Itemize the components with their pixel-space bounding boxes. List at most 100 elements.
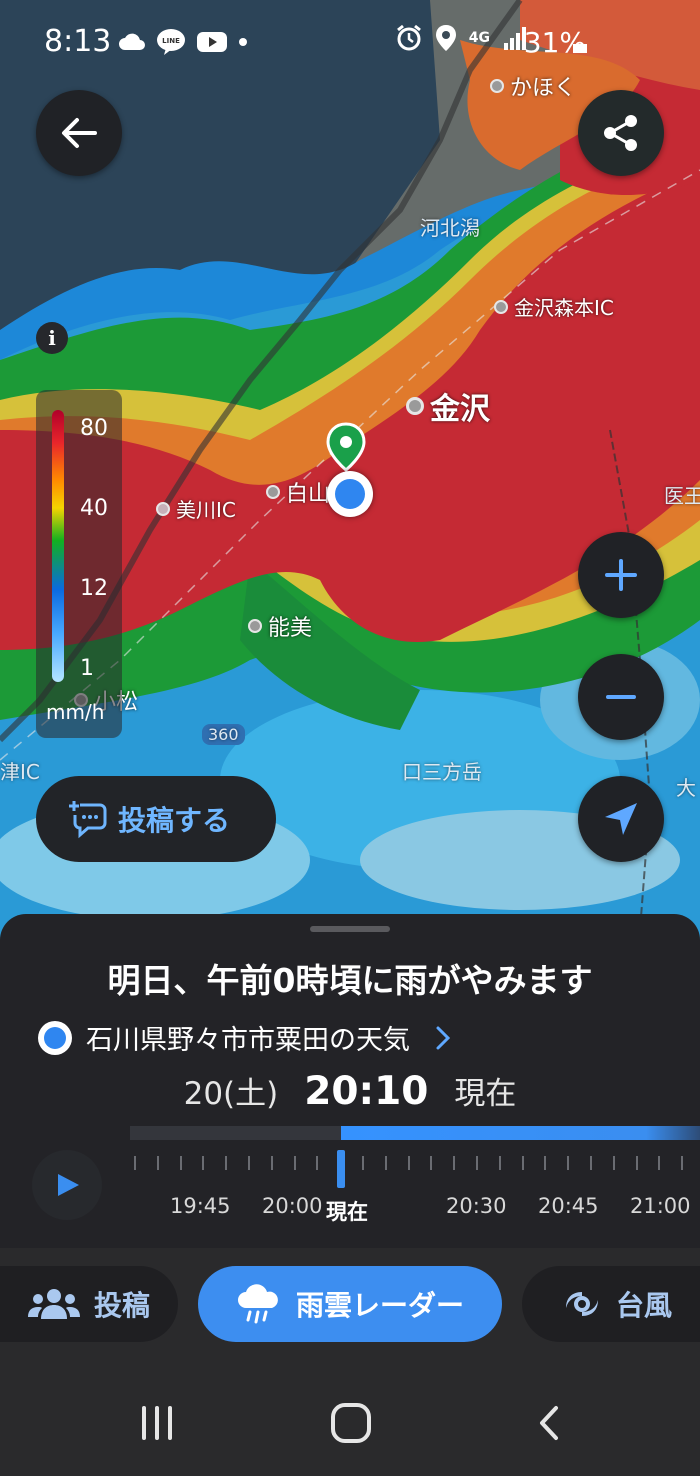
place-hakusan[interactable]: 白山 [266, 476, 330, 508]
timeline-tick [476, 1156, 478, 1170]
timeline-cursor[interactable] [336, 1150, 345, 1188]
location-dot-icon [38, 1020, 72, 1055]
status-time: 8:13 [44, 24, 112, 59]
timeline-label: 20:00 [262, 1194, 323, 1218]
alarm-icon [396, 24, 421, 51]
play-icon [58, 1174, 79, 1196]
forecast-sheet[interactable]: 明日、午前0時頃に雨がやみます 石川県野々市市粟田の天気 20(土) 20:10… [0, 914, 700, 1248]
add-comment-icon [69, 801, 107, 839]
label-ota: 大 [676, 776, 696, 800]
forecast-date: 20(土) [183, 1076, 279, 1112]
timeline-tick [316, 1156, 319, 1170]
legend-tick: 12 [80, 576, 108, 601]
timeline-tick [544, 1156, 547, 1170]
location-link[interactable]: 石川県野々市市粟田の天気 [38, 1018, 452, 1057]
bottom-tabs: 投稿 雨雲レーダー 台風 [0, 1248, 700, 1368]
post-button-label: 投稿する [118, 804, 231, 837]
notification-icons: LINE [118, 28, 248, 56]
chevron-right-icon [436, 1026, 451, 1049]
tab-rain-radar[interactable]: 雨雲レーダー [198, 1266, 502, 1342]
label-kahokugata: 河北潟 [420, 216, 480, 240]
my-location-button[interactable] [578, 776, 664, 862]
label-io: 医王 [664, 484, 700, 508]
back-nav-icon[interactable] [534, 1404, 564, 1442]
tab-posts[interactable]: 投稿 [0, 1266, 178, 1342]
now-label: 現在 [454, 1076, 517, 1112]
timeline-label: 21:00 [630, 1194, 691, 1218]
share-icon [604, 115, 637, 151]
timeline-tick [453, 1156, 456, 1170]
share-button[interactable] [578, 90, 664, 176]
timeline-tick [521, 1156, 524, 1170]
dot-icon [239, 38, 247, 46]
timeline-tick [430, 1156, 433, 1170]
forecast-headline: 明日、午前0時頃に雨がやみます [107, 961, 593, 1000]
timeline-tick [156, 1156, 159, 1170]
legend-tick: 1 [80, 656, 94, 681]
cloud-icon [119, 33, 145, 50]
navigation-arrow-icon [605, 803, 637, 835]
home-icon[interactable] [330, 1402, 372, 1444]
arrow-left-icon [62, 118, 97, 148]
legend-tick: 40 [80, 496, 108, 521]
users-icon [27, 1289, 80, 1319]
place-kanazawa[interactable]: 金沢 [406, 384, 490, 428]
place-dot [494, 299, 508, 314]
status-bar: 8:13 LINE 4G 31% [0, 0, 700, 86]
timeline-label: 20:45 [538, 1194, 599, 1218]
timeline-tick [248, 1156, 250, 1170]
post-button[interactable]: 投稿する [36, 776, 276, 862]
network-type: 4G [468, 29, 490, 46]
timeline-tick [498, 1156, 501, 1170]
timeline-tick [681, 1156, 684, 1170]
tab-rain-radar-label: 雨雲レーダー [295, 1289, 464, 1322]
timeline-label: 19:45 [170, 1194, 231, 1218]
label-ic: 津IC [0, 760, 40, 784]
tab-typhoon-label: 台風 [615, 1289, 672, 1322]
place-mikawa-ic[interactable]: 美川IC [156, 494, 236, 523]
timeline-tick [362, 1156, 364, 1170]
timeline-forecast-bar [130, 1126, 700, 1140]
location-name: 石川県野々市市粟田の天気 [86, 1025, 410, 1056]
timeline-tick [612, 1156, 615, 1170]
battery-icon [573, 44, 587, 53]
youtube-icon [197, 32, 227, 52]
rain-legend: 80 40 12 1 mm/h [36, 390, 122, 738]
timeline-tick [293, 1156, 296, 1170]
radar-map[interactable]: かほく 河北潟 金沢森本IC 金沢 白山 美川IC 能美 小松 口三方岳 医王 … [0, 0, 700, 940]
zoom-in-button[interactable] [578, 532, 664, 618]
timeline-tick [407, 1156, 410, 1170]
timeline-tick [134, 1156, 136, 1170]
location-pin-icon [435, 25, 456, 51]
map-pin-icon[interactable] [324, 422, 368, 474]
tab-typhoon[interactable]: 台風 [522, 1266, 700, 1342]
zoom-out-button[interactable] [578, 654, 664, 740]
timeline-tick [384, 1156, 387, 1170]
legend-tick: 80 [80, 416, 108, 441]
place-kanazawa-morimoto-ic[interactable]: 金沢森本IC [494, 292, 614, 321]
recent-apps-icon[interactable] [138, 1404, 176, 1442]
timeline-tick [179, 1156, 182, 1170]
timeline-label-now: 現在 [326, 1200, 368, 1224]
plus-icon [605, 559, 637, 591]
typhoon-icon [565, 1292, 598, 1316]
forecast-time: 20:10 [304, 1069, 429, 1114]
sheet-drag-handle[interactable] [310, 926, 390, 932]
timeline-label: 20:30 [446, 1194, 507, 1218]
system-icons: 4G [395, 24, 528, 52]
place-nomi[interactable]: 能美 [248, 610, 312, 642]
info-icon[interactable]: i [36, 322, 68, 354]
legend-unit: mm/h [46, 700, 105, 724]
back-button[interactable] [36, 90, 122, 176]
legend-color-bar [52, 410, 64, 682]
timeline-tick [658, 1156, 661, 1170]
label-mountain: 口三方岳 [402, 760, 482, 784]
current-location-marker [327, 471, 373, 517]
timeline-ticks[interactable] [130, 1156, 700, 1172]
rain-cloud-icon [237, 1284, 278, 1324]
place-dot [156, 501, 170, 516]
play-button[interactable] [32, 1150, 102, 1220]
tab-posts-label: 投稿 [93, 1289, 150, 1322]
line-app-icon: LINE [157, 29, 185, 55]
timeline-tick [567, 1156, 570, 1170]
